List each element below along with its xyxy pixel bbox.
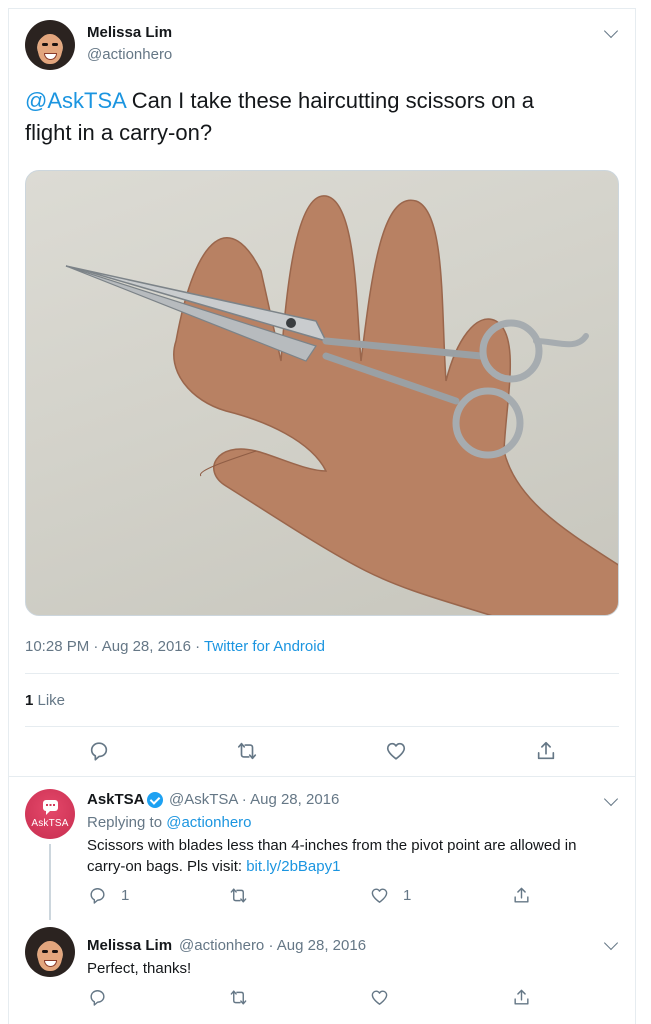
thread-line — [49, 844, 51, 920]
chevron-down-icon[interactable] — [603, 791, 619, 807]
meta-separator: · — [190, 638, 205, 655]
reply-date[interactable]: Aug 28, 2016 — [277, 937, 366, 954]
author-name[interactable]: Melissa Lim — [87, 937, 172, 954]
mention-link[interactable]: @AskTSA — [25, 88, 126, 113]
tweet-thread: Melissa Lim @actionhero @AskTSA Can I ta… — [8, 8, 636, 1024]
reply-text: Scissors with blades less than 4-inches … — [87, 835, 607, 877]
reply-icon — [90, 990, 105, 1006]
retweet-icon — [230, 990, 247, 1005]
retweet-icon — [230, 888, 247, 903]
like-icon — [371, 990, 388, 1005]
like-count: 1 — [403, 887, 412, 904]
avatar[interactable] — [25, 20, 75, 70]
photo-hand-scissors — [65, 195, 618, 615]
reply-text: Perfect, thanks! — [87, 960, 192, 977]
reply-button[interactable] — [88, 988, 107, 1007]
author-handle[interactable]: @actionhero — [179, 937, 264, 954]
reply-count: 1 — [121, 887, 130, 904]
chevron-down-icon[interactable] — [603, 23, 619, 39]
meta-separator: · — [237, 791, 251, 808]
share-button[interactable] — [512, 886, 531, 905]
like-button[interactable] — [385, 740, 407, 762]
likes-count[interactable]: 1 Like — [25, 692, 65, 709]
share-button[interactable] — [535, 740, 557, 762]
tweet-text: @AskTSA Can I take these haircutting sci… — [25, 85, 585, 149]
meta-separator: · — [89, 638, 102, 655]
reply-button[interactable] — [88, 740, 110, 762]
tweet-time[interactable]: 10:28 PM — [25, 638, 89, 655]
likes-label: Like — [33, 692, 66, 709]
replying-to: Replying to @actionhero — [87, 814, 252, 831]
chevron-down-icon[interactable] — [603, 935, 619, 951]
divider — [25, 673, 619, 674]
share-button[interactable] — [512, 988, 531, 1007]
replying-to-handle[interactable]: @actionhero — [166, 814, 251, 831]
asktsa-avatar-label: AskTSA — [31, 818, 69, 829]
avatar[interactable] — [25, 927, 75, 977]
author-handle[interactable]: @AskTSA — [169, 791, 238, 808]
like-button[interactable] — [370, 988, 389, 1007]
main-tweet: Melissa Lim @actionhero @AskTSA Can I ta… — [9, 9, 635, 777]
author-name[interactable]: AskTSA — [87, 791, 145, 808]
tweet-date[interactable]: Aug 28, 2016 — [102, 638, 191, 655]
retweet-icon — [237, 742, 257, 760]
retweet-button[interactable] — [229, 988, 248, 1007]
share-icon — [514, 989, 529, 1005]
retweet-button[interactable] — [229, 886, 248, 905]
replying-to-label: Replying to — [87, 814, 167, 831]
like-icon — [386, 742, 406, 760]
reply-button[interactable]: 1 — [88, 886, 129, 905]
tweet-photo[interactable] — [25, 170, 619, 616]
author-handle-date: @AskTSA · Aug 28, 2016 — [169, 791, 339, 808]
reply-link[interactable]: bit.ly/2bBapy1 — [246, 858, 340, 875]
retweet-button[interactable] — [236, 740, 258, 762]
divider — [25, 726, 619, 727]
author-handle[interactable]: @actionhero — [87, 46, 172, 63]
like-icon — [371, 888, 388, 903]
tweet-source-link[interactable]: Twitter for Android — [204, 638, 325, 655]
share-icon — [537, 741, 555, 760]
reply-asktsa: AskTSA AskTSA @AskTSA · Aug 28, 2016 Rep… — [9, 778, 635, 920]
tweet-timestamp: 10:28 PM · Aug 28, 2016 · Twitter for An… — [25, 638, 325, 655]
meta-separator: · — [264, 937, 277, 954]
reply-icon — [90, 742, 108, 761]
reply-date[interactable]: Aug 28, 2016 — [250, 791, 339, 808]
asktsa-logo-icon[interactable]: AskTSA — [25, 789, 75, 839]
share-icon — [514, 887, 529, 903]
verified-icon — [147, 792, 163, 808]
like-button[interactable]: 1 — [370, 886, 411, 905]
reply-icon — [90, 888, 105, 904]
author-handle-date: @actionhero · Aug 28, 2016 — [179, 937, 366, 954]
reply-melissa: Melissa Lim @actionhero · Aug 28, 2016 P… — [9, 918, 635, 1018]
author-name[interactable]: Melissa Lim — [87, 24, 172, 41]
